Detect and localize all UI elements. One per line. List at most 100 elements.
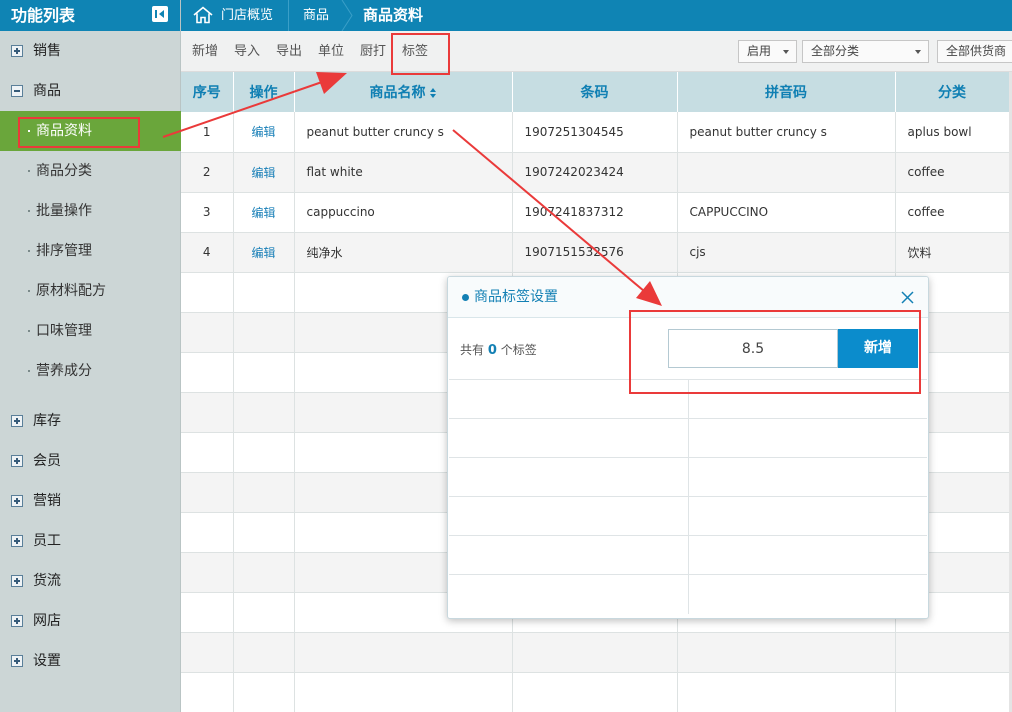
cell-no: 4 (181, 232, 234, 273)
sidebar-group-online-store[interactable]: 网店 (0, 601, 181, 641)
cell-name: cappuccino (294, 192, 513, 233)
sidebar-group-label: 员工 (33, 533, 61, 549)
sidebar-group-label: 网店 (33, 613, 61, 629)
column-header-category: 分类 (895, 72, 1010, 112)
sidebar-item-flavor[interactable]: 口味管理 (0, 311, 181, 351)
sidebar-item-recipe[interactable]: 原材料配方 (0, 271, 181, 311)
cell-barcode: 1907241837312 (512, 192, 678, 233)
expand-icon (11, 535, 23, 547)
export-button[interactable]: 导出 (276, 31, 302, 72)
cell-category: coffee (895, 192, 1010, 233)
unit-button[interactable]: 单位 (318, 31, 344, 72)
tag-count-prefix: 共有 (460, 343, 485, 357)
sidebar-group-staff[interactable]: 员工 (0, 521, 181, 561)
bullet-icon (28, 130, 30, 132)
breadcrumb-chevron-icon (341, 0, 353, 31)
sidebar-group-inventory[interactable]: 库存 (0, 401, 181, 441)
breadcrumb-products[interactable]: 商品 (303, 0, 329, 31)
expand-icon (11, 455, 23, 467)
kitchen-print-button[interactable]: 厨打 (360, 31, 386, 72)
sidebar-item-product-info[interactable]: 商品资料 (0, 111, 181, 151)
home-icon[interactable] (192, 6, 214, 24)
sidebar-item-label: 营养成分 (36, 363, 92, 379)
cell-category: aplus bowl (895, 112, 1010, 153)
sidebar-group-label: 会员 (33, 453, 61, 469)
close-icon[interactable] (901, 291, 914, 304)
status-select[interactable]: 启用 (738, 40, 797, 63)
cell-no: 3 (181, 192, 234, 233)
supplier-select-value: 全部供货商 (946, 44, 1007, 58)
sidebar-item-batch-ops[interactable]: 批量操作 (0, 191, 181, 231)
import-button[interactable]: 导入 (234, 31, 260, 72)
column-header-pinyin: 拼音码 (677, 72, 896, 112)
expand-icon (11, 495, 23, 507)
sidebar-item-label: 批量操作 (36, 203, 92, 219)
breadcrumb: 门店概览 商品 商品资料 (181, 0, 1012, 31)
cell-no: 2 (181, 152, 234, 193)
sidebar-item-label: 排序管理 (36, 243, 92, 259)
sidebar-group-label: 营销 (33, 493, 61, 509)
sidebar-item-product-category[interactable]: 商品分类 (0, 151, 181, 191)
collapse-sidebar-icon[interactable] (152, 6, 168, 22)
breadcrumb-separator (288, 0, 289, 31)
table-row: 2 编辑 flat white 1907242023424 coffee (181, 152, 1010, 193)
tag-list-row (449, 379, 927, 419)
sidebar-item-sort-manage[interactable]: 排序管理 (0, 231, 181, 271)
chevron-down-icon (783, 50, 789, 54)
sidebar-group-label: 销售 (33, 43, 61, 59)
cell-name: peanut butter cruncy s (294, 112, 513, 153)
expand-icon (11, 575, 23, 587)
bullet-icon (28, 210, 30, 212)
sidebar-group-settings[interactable]: 设置 (0, 641, 181, 681)
bullet-icon (28, 330, 30, 332)
tag-list-row (449, 574, 927, 614)
expand-icon (11, 655, 23, 667)
bullet-icon (28, 170, 30, 172)
cell-pinyin: CAPPUCCINO (677, 192, 896, 233)
sidebar-group-label: 货流 (33, 573, 61, 589)
sidebar-group-logistics[interactable]: 货流 (0, 561, 181, 601)
category-select-value: 全部分类 (811, 44, 860, 58)
add-tag-button[interactable]: 新增 (838, 329, 918, 368)
edit-link[interactable]: 编辑 (233, 232, 295, 273)
tag-count-suffix: 个标签 (500, 343, 537, 357)
breadcrumb-home[interactable]: 门店概览 (221, 0, 273, 31)
cell-barcode: 1907251304545 (512, 112, 678, 153)
new-button[interactable]: 新增 (192, 31, 218, 72)
sort-icon[interactable] (429, 88, 437, 98)
supplier-select[interactable]: 全部供货商 (937, 40, 1012, 63)
tag-list-row (449, 535, 927, 575)
sidebar-group-marketing[interactable]: 营销 (0, 481, 181, 521)
breadcrumb-current: 商品资料 (363, 6, 424, 24)
tag-button[interactable]: 标签 (402, 31, 428, 72)
sidebar-group-products[interactable]: 商品 (0, 71, 181, 111)
collapse-icon (11, 85, 23, 97)
cell-category: coffee (895, 152, 1010, 193)
tag-list-row (449, 418, 927, 458)
edit-link[interactable]: 编辑 (233, 152, 295, 193)
empty-row (181, 672, 1010, 712)
sidebar-item-nutrition[interactable]: 营养成分 (0, 351, 181, 391)
column-header-operation: 操作 (233, 72, 295, 112)
edit-link[interactable]: 编辑 (233, 192, 295, 233)
sidebar-group-members[interactable]: 会员 (0, 441, 181, 481)
sidebar-item-label: 商品资料 (36, 123, 92, 139)
sidebar-group-label: 设置 (33, 653, 61, 669)
column-header-name[interactable]: 商品名称 (294, 72, 513, 112)
cell-name: 纯净水 (294, 232, 513, 273)
table-row: 4 编辑 纯净水 1907151532576 cjs 饮料 (181, 232, 1010, 273)
expand-icon (11, 45, 23, 57)
sidebar-item-label: 原材料配方 (36, 283, 106, 299)
sidebar-title: 功能列表 (11, 6, 76, 25)
tag-name-input[interactable] (668, 329, 838, 368)
category-select[interactable]: 全部分类 (802, 40, 929, 63)
status-select-value: 启用 (747, 44, 772, 58)
cell-pinyin: peanut butter cruncy s (677, 112, 896, 153)
bullet-icon (28, 290, 30, 292)
tag-list-row (449, 457, 927, 497)
sidebar-group-sales[interactable]: 销售 (0, 31, 181, 71)
column-header-name-label: 商品名称 (369, 85, 426, 101)
cell-no: 1 (181, 112, 234, 153)
cell-pinyin: cjs (677, 232, 896, 273)
edit-link[interactable]: 编辑 (233, 112, 295, 153)
